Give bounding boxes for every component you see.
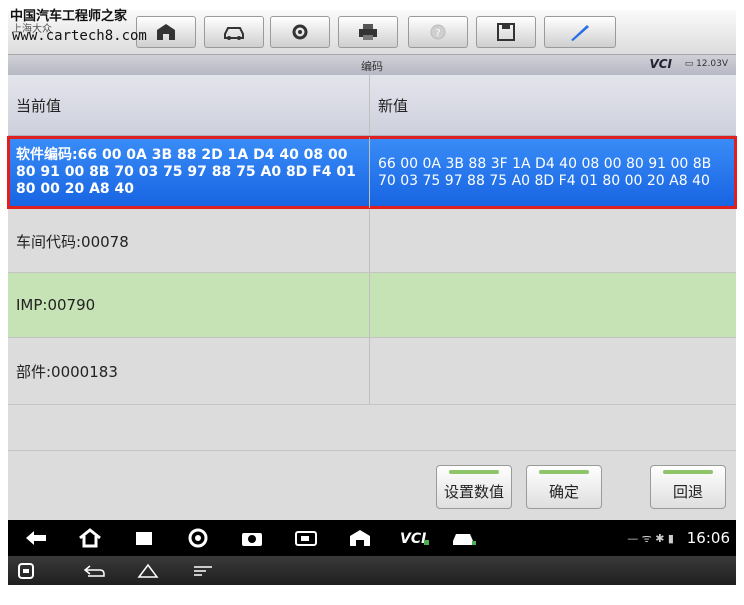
screen-title: 编码: [361, 60, 383, 73]
android-nav-bar: VCI — ᯤ ✱ ▮ 16:06: [8, 520, 736, 556]
screen-title-bar: 编码 VCI ▭ 12.03V: [8, 55, 736, 75]
new-value-cell: 66 00 0A 3B 88 3F 1A D4 40 08 00 80 91 0…: [378, 155, 712, 189]
current-value-cell: 车间代码:00078: [8, 210, 370, 272]
table-row-imp[interactable]: IMP:00790: [8, 273, 736, 338]
vehicle-swap-button[interactable]: [204, 16, 264, 48]
table-row-component[interactable]: 部件:0000183: [8, 338, 736, 405]
battery-icon: ▭: [684, 59, 697, 69]
new-value-cell: [370, 338, 736, 404]
settings-button[interactable]: [270, 16, 330, 48]
pen-icon: [571, 25, 589, 41]
back-icon[interactable]: [82, 563, 106, 579]
action-bar: 设置数值 确定 回退: [8, 450, 736, 521]
table-empty-area: [8, 405, 736, 455]
car-transfer-icon: [224, 27, 244, 40]
home-garage-icon[interactable]: [348, 528, 372, 548]
watermark-title: 中国汽车工程师之家: [10, 9, 128, 24]
menu-icon[interactable]: [192, 564, 214, 578]
back-button[interactable]: 回退: [650, 465, 726, 509]
set-value-button[interactable]: 设置数值: [436, 465, 512, 509]
home-icon: [157, 24, 175, 40]
current-value-cell: IMP:00790: [8, 273, 370, 337]
battery-voltage: ▭ 12.03V: [684, 59, 728, 69]
header-current-value: 当前值: [8, 75, 370, 135]
car-icon[interactable]: [450, 528, 478, 548]
status-icons: — ᯤ ✱ ▮: [627, 532, 674, 545]
current-value-cell: 软件编码:66 00 0A 3B 88 2D 1A D4 40 08 00 80…: [8, 137, 370, 208]
back-arrow-icon[interactable]: [24, 528, 48, 548]
gear-icon: [292, 24, 308, 40]
confirm-button[interactable]: 确定: [526, 465, 602, 509]
home-icon[interactable]: [78, 528, 102, 548]
help-icon: ?: [430, 24, 446, 40]
new-value-cell: [370, 273, 736, 337]
app-screen: 上海大众 ? 中国汽车工程师之家 www.cartech8.com 编码 VCI…: [7, 10, 737, 585]
system-taskbar: [8, 556, 736, 585]
save-button[interactable]: [476, 16, 536, 48]
svg-text:?: ?: [435, 28, 440, 39]
svg-text:VCI: VCI: [400, 531, 426, 547]
printer-icon: [359, 24, 377, 40]
recent-apps-icon[interactable]: [132, 528, 156, 548]
camera-icon[interactable]: [240, 528, 264, 548]
new-value-cell: [370, 210, 736, 272]
screen-record-icon[interactable]: [294, 528, 318, 548]
vci-icon[interactable]: VCI: [398, 528, 432, 548]
home-outline-icon[interactable]: [136, 562, 160, 580]
table-row-workshop-code[interactable]: 车间代码:00078: [8, 210, 736, 273]
vci-indicator: VCI: [649, 57, 672, 71]
current-value-cell: 部件:0000183: [8, 338, 370, 404]
header-new-value: 新值: [378, 96, 409, 115]
clock: 16:06: [686, 529, 730, 547]
watermark-url: www.cartech8.com: [12, 28, 147, 44]
chrome-icon[interactable]: [186, 528, 210, 548]
app-switcher-icon[interactable]: [18, 563, 34, 579]
table-header: 当前值 新值: [8, 75, 736, 136]
print-button[interactable]: [338, 16, 398, 48]
save-icon: [497, 23, 515, 41]
edit-button[interactable]: [544, 16, 616, 48]
top-toolbar: 上海大众 ? 中国汽车工程师之家 www.cartech8.com: [8, 10, 736, 55]
table-row-software-coding[interactable]: 软件编码:66 00 0A 3B 88 2D 1A D4 40 08 00 80…: [7, 136, 737, 209]
help-button[interactable]: ?: [408, 16, 468, 48]
